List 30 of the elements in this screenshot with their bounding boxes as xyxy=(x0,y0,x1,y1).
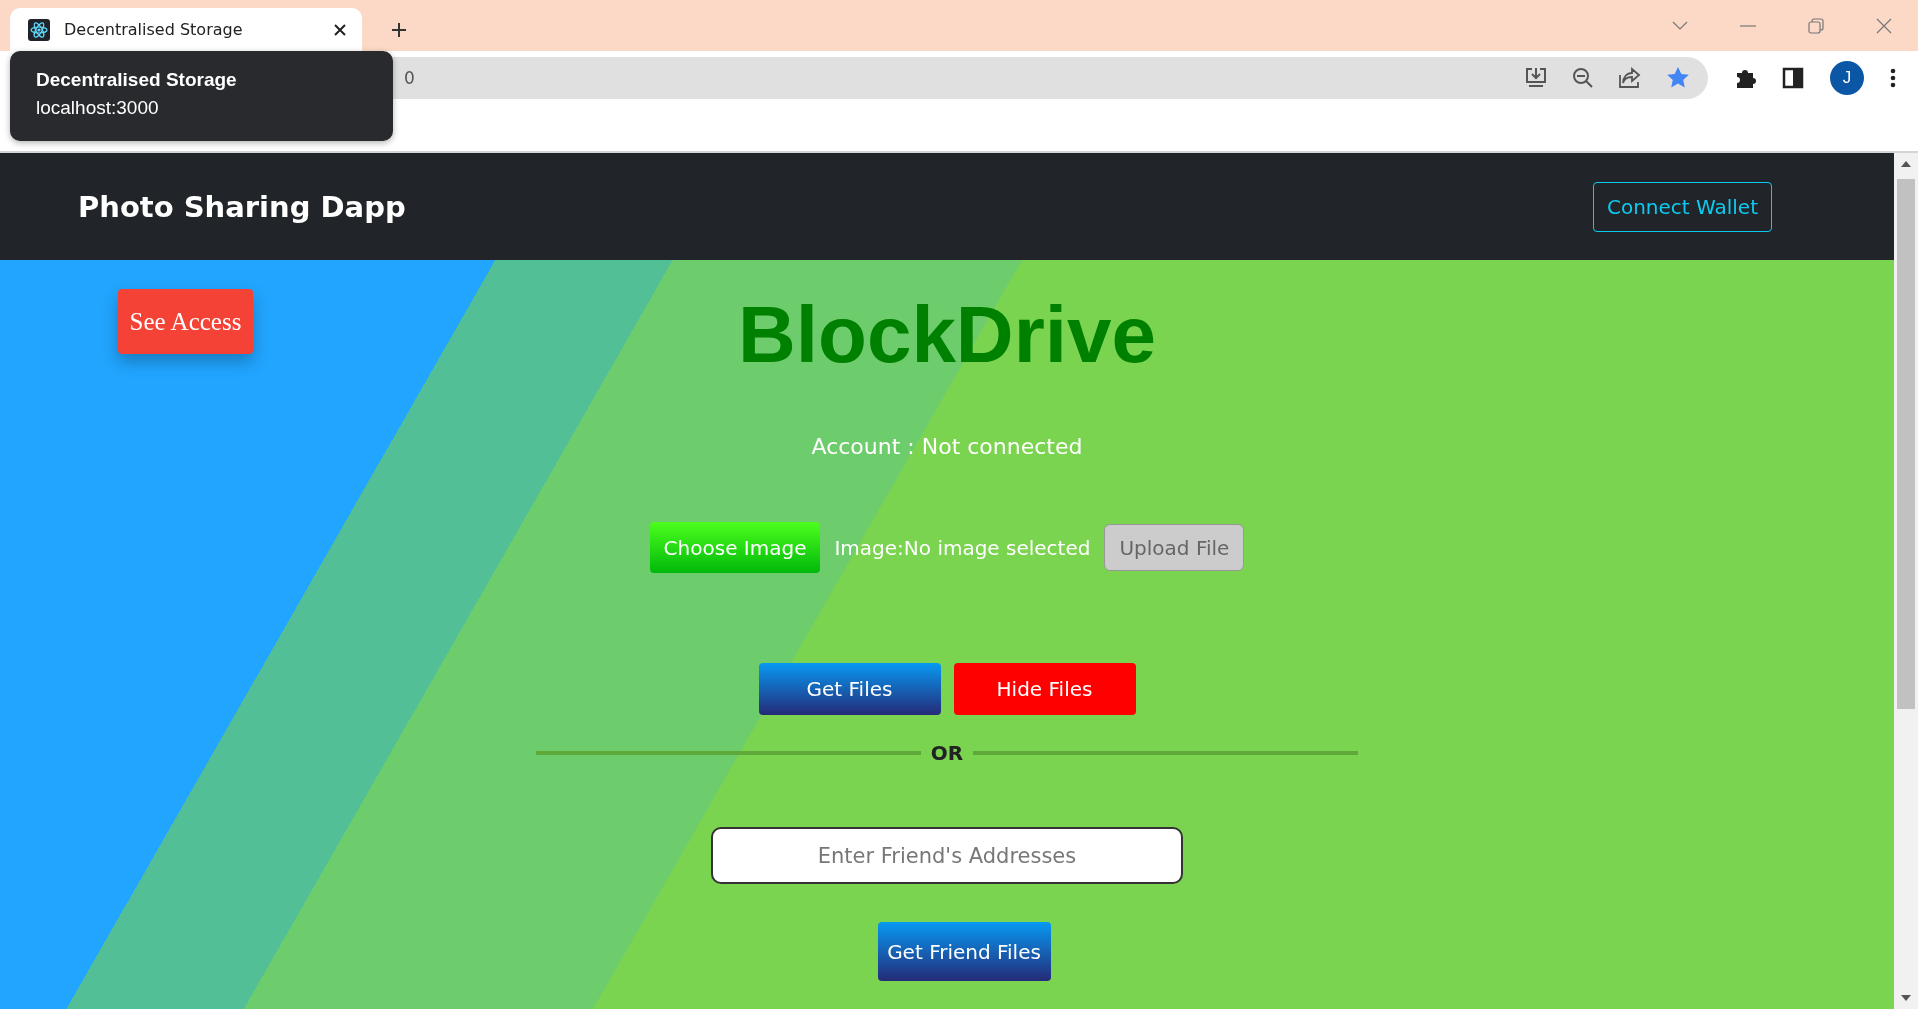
sidebar-icon[interactable] xyxy=(1782,67,1804,89)
menu-icon[interactable] xyxy=(1890,68,1896,88)
account-status: Account : Not connected xyxy=(811,433,1083,461)
close-icon[interactable] xyxy=(334,23,346,36)
new-tab-button[interactable] xyxy=(390,21,408,39)
scrollbar-thumb[interactable] xyxy=(1897,179,1915,709)
see-access-button[interactable]: See Access xyxy=(118,289,253,354)
hide-files-button[interactable]: Hide Files xyxy=(953,663,1136,715)
get-friend-files-button[interactable]: Get Friend Files xyxy=(877,922,1051,981)
scroll-up-icon[interactable] xyxy=(1901,161,1911,167)
restore-icon[interactable] xyxy=(1808,17,1824,34)
divider-label: OR xyxy=(930,741,964,765)
chevron-down-icon[interactable] xyxy=(1672,20,1688,31)
share-icon[interactable] xyxy=(1618,67,1642,89)
puzzle-icon[interactable] xyxy=(1734,67,1756,89)
app-title: BlockDrive xyxy=(738,290,1156,380)
tooltip-url: localhost:3000 xyxy=(36,97,160,119)
atom-icon xyxy=(28,18,50,41)
scrollbar[interactable] xyxy=(1894,153,1918,1009)
profile-avatar[interactable]: J xyxy=(1830,61,1864,95)
star-icon[interactable] xyxy=(1666,66,1690,90)
connect-wallet-button[interactable]: Connect Wallet xyxy=(1593,181,1772,232)
file-status: Image:No image selected xyxy=(834,535,1091,560)
get-files-button[interactable]: Get Files xyxy=(758,663,941,715)
browser-tab[interactable]: Decentralised Storage xyxy=(10,8,362,51)
install-icon[interactable] xyxy=(1524,66,1548,90)
brand-title: Photo Sharing Dapp xyxy=(78,189,406,224)
scroll-down-icon[interactable] xyxy=(1901,995,1911,1001)
zoom-out-icon[interactable] xyxy=(1572,67,1594,89)
friend-address-field[interactable]: Enter Friend's Addresses xyxy=(711,827,1183,884)
